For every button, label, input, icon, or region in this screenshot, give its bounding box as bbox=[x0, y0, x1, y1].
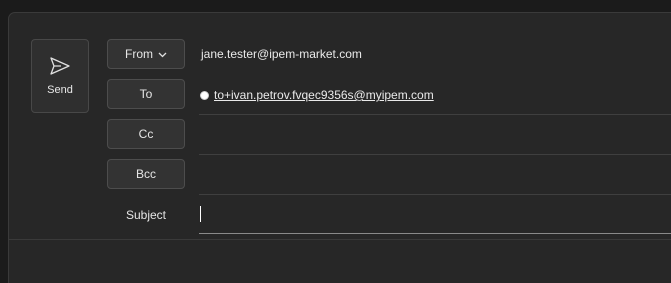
recipient-chip[interactable]: to+ivan.petrov.fvqec9356s@myipem.com bbox=[214, 88, 434, 102]
bcc-button[interactable]: Bcc bbox=[107, 159, 185, 189]
cc-divider bbox=[199, 154, 671, 155]
send-button[interactable]: Send bbox=[31, 39, 89, 113]
chevron-down-icon bbox=[158, 47, 167, 61]
subject-label: Subject bbox=[125, 208, 167, 222]
subject-input-underline bbox=[199, 233, 671, 234]
to-divider bbox=[199, 114, 671, 115]
bcc-label: Bcc bbox=[135, 167, 156, 181]
cc-button[interactable]: Cc bbox=[107, 119, 185, 149]
cc-label: Cc bbox=[138, 127, 154, 141]
from-label: From bbox=[125, 47, 153, 61]
compose-pane: Send From jane.tester@ipem-market.com To… bbox=[8, 12, 671, 283]
subject-input-caret[interactable] bbox=[200, 206, 201, 222]
to-button[interactable]: To bbox=[107, 79, 185, 109]
to-field[interactable]: to+ivan.petrov.fvqec9356s@myipem.com bbox=[200, 88, 434, 102]
to-label: To bbox=[139, 87, 153, 101]
presence-status-icon bbox=[200, 90, 209, 100]
from-address: jane.tester@ipem-market.com bbox=[201, 47, 362, 61]
send-icon bbox=[49, 56, 71, 84]
body-divider bbox=[9, 239, 671, 240]
from-button[interactable]: From bbox=[107, 39, 185, 69]
bcc-divider bbox=[199, 194, 671, 195]
send-label: Send bbox=[47, 84, 73, 96]
